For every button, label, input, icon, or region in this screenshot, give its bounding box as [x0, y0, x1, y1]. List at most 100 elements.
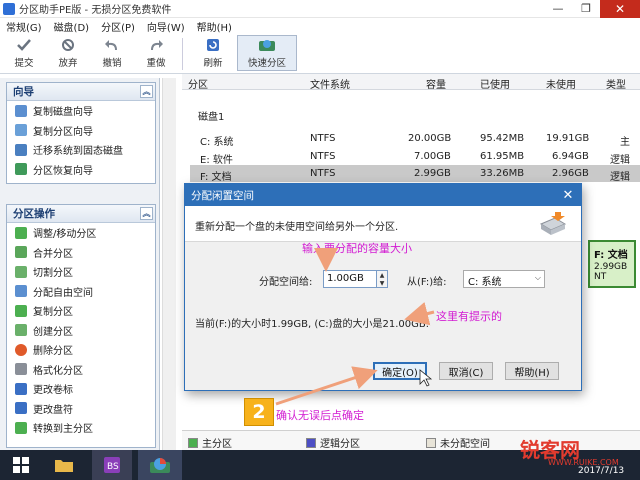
undo-label: 撤销: [102, 58, 122, 69]
header-used[interactable]: 已使用: [480, 76, 510, 91]
dialog-close-icon[interactable]: ✕: [555, 188, 581, 203]
annotation-input-size: 输入要分配的容量大小: [302, 242, 412, 255]
title-bar: 分区助手PE版 - 无损分区免费软件 — ❐ ✕: [0, 0, 640, 18]
sidebar-item-merge[interactable]: 合并分区: [7, 243, 155, 263]
sidebar-item-copy-disk[interactable]: 复制磁盘向导: [7, 101, 155, 121]
space-amount-input[interactable]: 1.00GB: [323, 270, 377, 288]
ok-button[interactable]: 确定(O): [373, 362, 427, 380]
sidebar-item-resize[interactable]: 调整/移动分区: [7, 223, 155, 243]
cell-type: 逻辑: [610, 155, 630, 166]
refresh-button[interactable]: 刷新: [193, 34, 233, 72]
sidebar-item-recovery[interactable]: 分区恢复向导: [7, 160, 155, 180]
sidebar: 向导 ︽ 复制磁盘向导 复制分区向导 迁移系统到固态磁盘 分区恢复向导 分区操作…: [0, 78, 160, 450]
allocate-space-icon: [537, 210, 567, 238]
menu-help[interactable]: 帮助(H): [191, 19, 238, 34]
migrate-icon: [15, 143, 27, 156]
undo-button[interactable]: 撤销: [92, 34, 132, 72]
drive-letter-icon: [15, 402, 27, 415]
sidebar-item-split[interactable]: 切割分区: [7, 262, 155, 282]
cell-filesystem: NTFS: [310, 168, 336, 179]
create-icon: [15, 324, 27, 337]
redo-button[interactable]: 重做: [136, 34, 176, 72]
menu-partition[interactable]: 分区(P): [95, 19, 141, 34]
label-icon: [15, 382, 27, 395]
toolbar-separator: [182, 38, 183, 70]
sidebar-item-copy-partition[interactable]: 复制分区向导: [7, 121, 155, 141]
collapse-icon[interactable]: ︽: [140, 207, 153, 220]
from-label: 从(F:)给:: [407, 277, 447, 288]
sidebar-item-create[interactable]: 创建分区: [7, 321, 155, 341]
close-button[interactable]: ✕: [600, 0, 640, 18]
minimize-button[interactable]: —: [544, 0, 572, 18]
sidebar-item-format[interactable]: 格式化分区: [7, 360, 155, 380]
cell-unused: 19.91GB: [546, 133, 590, 144]
menu-general[interactable]: 常规(G): [0, 19, 48, 34]
file-explorer-task[interactable]: [48, 450, 80, 480]
app-task-purple[interactable]: BS: [92, 450, 132, 480]
table-row-selected[interactable]: F: 文档 NTFS 2.99GB 33.26MB 2.96GB 逻辑: [190, 165, 640, 183]
window-title: 分区助手PE版 - 无损分区免费软件: [19, 5, 172, 16]
primary-swatch: [188, 437, 198, 448]
dialog-title: 分配闲置空间: [191, 189, 254, 202]
disk-map-f-block[interactable]: F: 文档 2.99GB NT: [588, 240, 636, 288]
spin-down-icon[interactable]: ▼: [380, 280, 385, 287]
menu-wizard[interactable]: 向导(W): [141, 19, 191, 34]
sidebar-item-copy[interactable]: 复制分区: [7, 301, 155, 321]
table-row[interactable]: E: 软件 NTFS 7.00GB 61.95MB 6.94GB 逻辑: [190, 148, 640, 166]
legend-logical: 逻辑分区: [306, 435, 360, 450]
header-partition[interactable]: 分区: [188, 76, 208, 91]
quick-partition-button[interactable]: 快速分区: [237, 35, 297, 71]
undo-icon: [103, 37, 121, 53]
wizard-panel-header[interactable]: 向导 ︽: [7, 83, 155, 101]
discard-button[interactable]: 放弃: [48, 34, 88, 72]
header-type[interactable]: 类型: [606, 76, 626, 91]
disk-label: 磁盘1: [198, 112, 225, 123]
sidebar-item-label: 调整/移动分区: [33, 229, 97, 241]
redo-label: 重做: [146, 58, 166, 69]
cell-unused: 2.96GB: [552, 168, 589, 179]
header-unused[interactable]: 未使用: [546, 76, 576, 91]
recovery-icon: [15, 163, 27, 176]
partition-assistant-task[interactable]: [138, 450, 182, 480]
sidebar-item-migrate-ssd[interactable]: 迁移系统到固态磁盘: [7, 140, 155, 160]
commit-button[interactable]: 提交: [4, 34, 44, 72]
cell-used: 95.42MB: [480, 133, 525, 144]
refresh-icon: [204, 37, 222, 53]
cell-capacity: 7.00GB: [414, 151, 451, 162]
start-button[interactable]: [6, 450, 36, 480]
sidebar-item-convert[interactable]: 转换到主分区: [7, 418, 155, 438]
redo-icon: [147, 37, 165, 53]
checkmark-icon: [15, 37, 33, 53]
discard-label: 放弃: [58, 58, 78, 69]
dialog-title-bar: 分配闲置空间 ✕: [185, 184, 581, 206]
sidebar-item-label-change[interactable]: 更改卷标: [7, 379, 155, 399]
menu-disk[interactable]: 磁盘(D): [48, 19, 96, 34]
sidebar-item-delete[interactable]: 删除分区: [7, 340, 155, 360]
svg-text:BS: BS: [107, 462, 119, 472]
sidebar-item-label: 复制分区: [33, 307, 73, 319]
help-button[interactable]: 帮助(H): [505, 362, 559, 380]
cell-unused: 6.94GB: [552, 151, 589, 162]
spin-up-icon[interactable]: ▲: [380, 272, 385, 279]
ops-panel-header[interactable]: 分区操作 ︽: [7, 205, 155, 223]
table-row[interactable]: C: 系统 NTFS 20.00GB 95.42MB 19.91GB 主: [190, 130, 640, 148]
sidebar-item-label: 更改卷标: [33, 385, 73, 397]
target-partition-select[interactable]: C: 系统 ⌵: [463, 270, 545, 288]
dialog-description: 重新分配一个盘的未使用空间给另外一个分区.: [195, 222, 399, 233]
sidebar-item-allocate[interactable]: 分配自由空间: [7, 282, 155, 302]
resize-icon: [15, 226, 27, 239]
refresh-label: 刷新: [203, 58, 223, 69]
cancel-button[interactable]: 取消(C): [439, 362, 493, 380]
commit-label: 提交: [14, 58, 34, 69]
header-capacity[interactable]: 容量: [426, 76, 446, 91]
folder-icon: [55, 460, 73, 472]
space-spinner[interactable]: ▲ ▼: [377, 270, 388, 288]
restore-button[interactable]: ❐: [572, 0, 600, 18]
header-filesystem[interactable]: 文件系统: [310, 76, 350, 91]
collapse-icon[interactable]: ︽: [140, 85, 153, 98]
sidebar-scrollbar[interactable]: [162, 78, 176, 450]
sidebar-item-label: 删除分区: [33, 346, 73, 358]
sidebar-item-drive-letter[interactable]: 更改盘符: [7, 399, 155, 419]
sidebar-item-label: 复制磁盘向导: [33, 107, 93, 119]
cell-capacity: 2.99GB: [414, 168, 451, 179]
